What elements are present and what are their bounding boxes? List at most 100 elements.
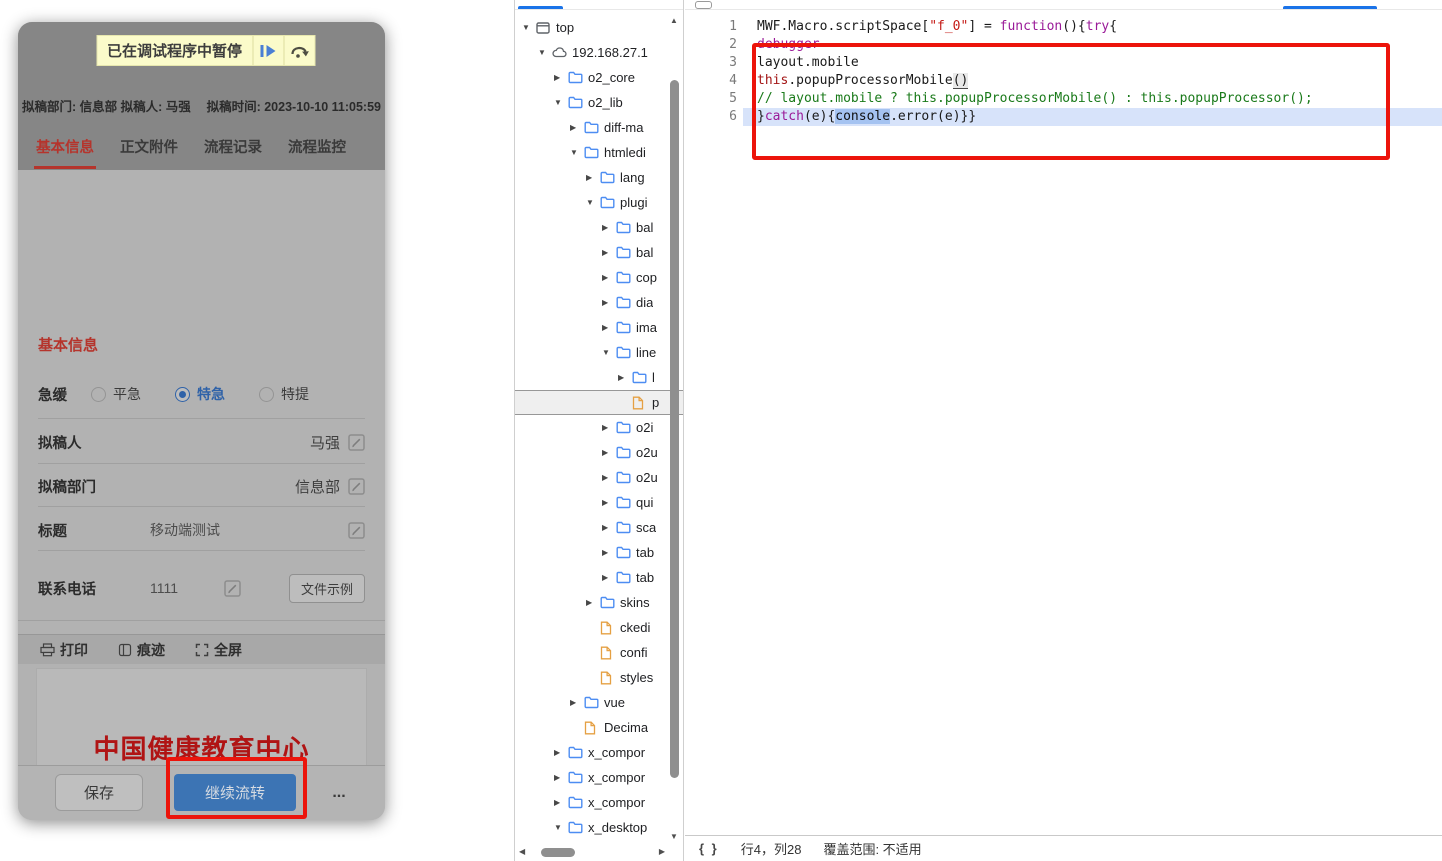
tab-attachments[interactable]: 正文附件 [120, 136, 178, 157]
chevron-right-icon[interactable]: ▶ [554, 798, 568, 807]
tree-item[interactable]: confi [515, 640, 683, 665]
tree-item[interactable]: ▼ top [515, 15, 683, 40]
tree-item-label: bal [636, 220, 654, 235]
tree-item[interactable]: ▶ ima [515, 315, 683, 340]
tree-item[interactable]: ▶ qui [515, 490, 683, 515]
chevron-right-icon[interactable]: ▶ [602, 498, 616, 507]
scroll-up-icon[interactable]: ▲ [670, 16, 678, 25]
tree-item[interactable]: ▶ x_compor [515, 790, 683, 815]
line-number[interactable]: 4 [685, 72, 737, 90]
tree-item[interactable]: ▶ o2u [515, 440, 683, 465]
tree-item[interactable]: ▶ tab [515, 540, 683, 565]
radio-extra-urgent[interactable]: 特急 [175, 384, 225, 404]
tree-item[interactable]: p [515, 390, 683, 415]
chevron-down-icon[interactable]: ▼ [602, 348, 616, 357]
tree-item[interactable]: ▼ htmledi [515, 140, 683, 165]
edit-icon[interactable] [224, 579, 241, 597]
chevron-right-icon[interactable]: ▶ [586, 173, 600, 182]
tab-process-record[interactable]: 流程记录 [204, 136, 262, 157]
tree-item[interactable]: ▶ lang [515, 165, 683, 190]
chevron-right-icon[interactable]: ▶ [570, 698, 584, 707]
tree-item[interactable]: ▼ plugi [515, 190, 683, 215]
tree-vertical-scrollbar[interactable]: ▲ ▼ [668, 14, 682, 843]
chevron-down-icon[interactable]: ▼ [570, 148, 584, 157]
scroll-right-icon[interactable]: ▶ [659, 847, 665, 856]
file-example-button[interactable]: 文件示例 [288, 573, 365, 603]
tree-item[interactable]: ▶ sca [515, 515, 683, 540]
chevron-right-icon[interactable]: ▶ [618, 373, 632, 382]
tree-item[interactable]: ▶ o2i [515, 415, 683, 440]
chevron-right-icon[interactable]: ▶ [602, 298, 616, 307]
chevron-right-icon[interactable]: ▶ [554, 73, 568, 82]
tree-item[interactable]: ▼ line [515, 340, 683, 365]
chevron-down-icon[interactable]: ▼ [554, 98, 568, 107]
chevron-down-icon[interactable]: ▼ [538, 48, 552, 57]
step-over-button[interactable] [283, 36, 314, 65]
tree-horizontal-scrollbar[interactable]: ◀ ▶ [517, 844, 667, 860]
tree-item[interactable]: ▼ 192.168.27.1 [515, 40, 683, 65]
chevron-right-icon[interactable]: ▶ [586, 598, 600, 607]
chevron-down-icon[interactable]: ▼ [522, 23, 536, 32]
chevron-right-icon[interactable]: ▶ [602, 273, 616, 282]
chevron-right-icon[interactable]: ▶ [602, 423, 616, 432]
resume-icon [260, 44, 276, 57]
line-number[interactable]: 5 [685, 90, 737, 108]
more-actions-button[interactable]: ... [318, 774, 360, 811]
chevron-right-icon[interactable]: ▶ [554, 748, 568, 757]
chevron-right-icon[interactable]: ▶ [602, 473, 616, 482]
chevron-right-icon[interactable]: ▶ [602, 448, 616, 457]
radio-special[interactable]: 特提 [259, 384, 309, 404]
tree-item[interactable]: ▼ o2_lib [515, 90, 683, 115]
save-button[interactable]: 保存 [55, 774, 143, 811]
tree-item[interactable]: ▶ x_compor [515, 765, 683, 790]
continue-flow-button[interactable]: 继续流转 [174, 774, 296, 811]
tree-item[interactable]: ckedi [515, 615, 683, 640]
tree-item[interactable]: Decima [515, 715, 683, 740]
tree-item[interactable]: ▶ bal [515, 240, 683, 265]
edit-icon[interactable] [348, 521, 365, 539]
trace-button[interactable]: 痕迹 [118, 640, 165, 660]
resume-script-button[interactable] [252, 36, 283, 65]
tab-process-monitor[interactable]: 流程监控 [288, 136, 346, 157]
scroll-down-icon[interactable]: ▼ [670, 832, 678, 841]
chevron-right-icon[interactable]: ▶ [602, 523, 616, 532]
tree-item[interactable]: ▶ l [515, 365, 683, 390]
pretty-print-icon[interactable]: { } [699, 841, 719, 856]
edit-icon[interactable] [348, 433, 365, 451]
tree-item[interactable]: ▶ bal [515, 215, 683, 240]
tree-item[interactable]: ▶ skins [515, 590, 683, 615]
chevron-right-icon[interactable]: ▶ [602, 248, 616, 257]
tree-item[interactable]: ▶ cop [515, 265, 683, 290]
tree-item[interactable]: ▶ o2_core [515, 65, 683, 90]
chevron-right-icon[interactable]: ▶ [602, 323, 616, 332]
file-icon [600, 646, 620, 660]
chevron-right-icon[interactable]: ▶ [602, 223, 616, 232]
chevron-right-icon[interactable]: ▶ [602, 573, 616, 582]
tree-item[interactable]: ▶ diff-ma [515, 115, 683, 140]
tree-item[interactable]: ▶ x_compor [515, 740, 683, 765]
scroll-left-icon[interactable]: ◀ [519, 847, 525, 856]
chevron-right-icon[interactable]: ▶ [602, 548, 616, 557]
chevron-right-icon[interactable]: ▶ [570, 123, 584, 132]
line-number[interactable]: 3 [685, 54, 737, 72]
chevron-right-icon[interactable]: ▶ [554, 773, 568, 782]
tree-item[interactable]: ▶ vue [515, 690, 683, 715]
chevron-down-icon[interactable]: ▼ [554, 823, 568, 832]
tab-basic-info[interactable]: 基本信息 [34, 136, 96, 169]
tree-item[interactable]: ▶ dia [515, 290, 683, 315]
fullscreen-button[interactable]: 全屏 [195, 640, 242, 660]
edit-icon[interactable] [348, 477, 365, 495]
code-editor[interactable]: MWF.Macro.scriptSpace["f_0"] = function(… [743, 18, 1442, 126]
tree-item[interactable]: styles [515, 665, 683, 690]
tree-item[interactable]: ▼ x_desktop [515, 815, 683, 840]
tree-item[interactable]: ▶ tab [515, 565, 683, 590]
radio-normal-urgent[interactable]: 平急 [91, 384, 141, 404]
scrollbar-thumb[interactable] [670, 80, 679, 778]
print-button[interactable]: 打印 [40, 640, 88, 660]
chevron-down-icon[interactable]: ▼ [586, 198, 600, 207]
line-number[interactable]: 6 [685, 108, 737, 126]
scrollbar-thumb[interactable] [541, 848, 575, 857]
tree-item[interactable]: ▶ o2u [515, 465, 683, 490]
line-number[interactable]: 1 [685, 18, 737, 36]
line-number[interactable]: 2 [685, 36, 737, 54]
